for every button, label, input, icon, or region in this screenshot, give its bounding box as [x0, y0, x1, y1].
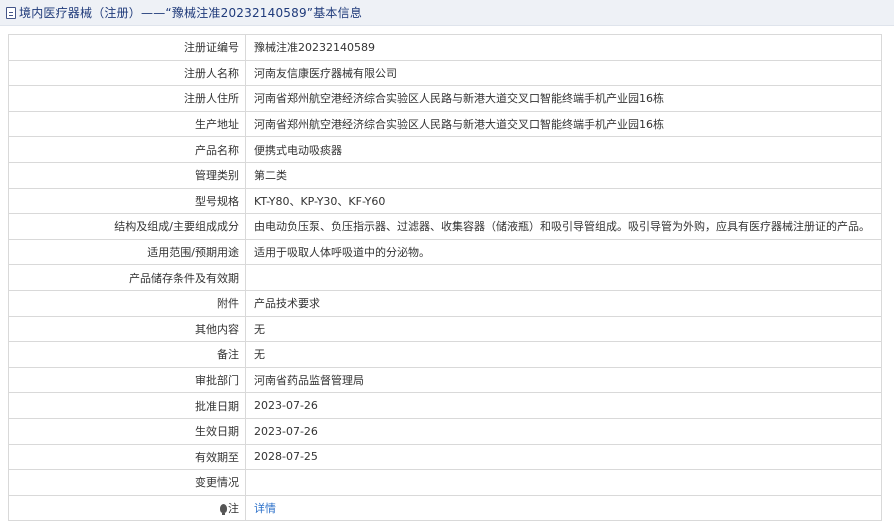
row-value-scope: 适用于吸取人体呼吸道中的分泌物。	[245, 238, 882, 266]
note-label: 注	[228, 501, 239, 515]
row-label-note: 注	[8, 494, 246, 522]
row-label-approval-dept: 审批部门	[8, 366, 246, 394]
row-value-storage	[245, 264, 882, 291]
row-label-structure: 结构及组成/主要组成成分	[8, 213, 246, 240]
row-label-approval-date: 批准日期	[8, 392, 246, 419]
row-value-approval-date: 2023-07-26	[245, 392, 882, 419]
row-label-product-name: 产品名称	[8, 136, 246, 163]
table-row: 生产地址 河南省郑州航空港经济综合实验区人民路与新港大道交叉口智能终端手机产业园1…	[8, 110, 882, 138]
row-value-approval-dept: 河南省药品监督管理局	[245, 366, 882, 394]
row-label-model-spec: 型号规格	[8, 187, 246, 215]
table-row: 管理类别 第二类	[8, 161, 882, 189]
table-row: 其他内容无	[8, 315, 882, 343]
info-table: 注册证编号 豫械注准20232140589 注册人名称 河南友信康医疗器械有限公司 注册…	[8, 34, 882, 522]
row-label-reg-number: 注册证编号	[8, 34, 246, 61]
row-value-model-spec: KT-Y80、KP-Y30、KF-Y60	[245, 187, 882, 215]
row-value-note: 详情	[245, 494, 882, 522]
row-label-production-address: 生产地址	[8, 110, 246, 138]
row-value-effective-date: 2023-07-26	[245, 417, 882, 445]
table-row-note: 注 详情	[8, 494, 882, 522]
table-row: 附件 产品技术要求	[8, 289, 882, 317]
row-label-expiry-date: 有效期至	[8, 443, 246, 471]
details-link[interactable]: 详情	[254, 502, 276, 515]
table-row: 审批部门 河南省药品监督管理局	[8, 366, 882, 394]
table-row: 适用范围/预期用途 适用于吸取人体呼吸道中的分泌物。	[8, 238, 882, 266]
row-value-product-name: 便携式电动吸痰器	[245, 136, 882, 163]
table-row: 注册证编号 豫械注准20232140589	[8, 34, 882, 61]
row-value-registrant-address: 河南省郑州航空港经济综合实验区人民路与新港大道交叉口智能终端手机产业园16栋	[245, 85, 882, 112]
row-label-other: 其他内容	[8, 315, 246, 343]
lightbulb-icon	[220, 503, 227, 515]
table-row: 批准日期 2023-07-26	[8, 392, 882, 419]
row-label-remarks: 备注	[8, 341, 246, 368]
table-row: 产品名称 便携式电动吸痰器	[8, 136, 882, 163]
table-row: 型号规格 KT-Y80、KP-Y30、KF-Y60	[8, 187, 882, 215]
document-icon	[6, 6, 16, 19]
row-label-effective-date: 生效日期	[8, 417, 246, 445]
row-label-scope: 适用范围/预期用途	[8, 238, 246, 266]
row-value-attachment: 产品技术要求	[245, 289, 882, 317]
row-label-registrant-address: 注册人住所	[8, 85, 246, 112]
table-row: 备注无	[8, 341, 882, 368]
row-value-reg-number: 豫械注准20232140589	[245, 34, 882, 61]
table-row: 变更情况	[8, 469, 882, 496]
table-row: 注册人名称 河南友信康医疗器械有限公司	[8, 59, 882, 87]
row-label-management-class: 管理类别	[8, 161, 246, 189]
page-title: 境内医疗器械（注册）——“豫械注准20232140589”基本信息	[19, 6, 363, 20]
row-label-changes: 变更情况	[8, 469, 246, 496]
row-value-other: 无	[245, 315, 882, 343]
row-label-registrant-name: 注册人名称	[8, 59, 246, 87]
table-row: 结构及组成/主要组成成分 由电动负压泵、负压指示器、过滤器、收集容器（储液瓶）和吸…	[8, 213, 882, 240]
page-header: 境内医疗器械（注册）——“豫械注准20232140589”基本信息	[0, 0, 894, 26]
table-row: 生效日期 2023-07-26	[8, 417, 882, 445]
row-value-structure: 由电动负压泵、负压指示器、过滤器、收集容器（储液瓶）和吸引导管组成。吸引导管为外…	[245, 213, 882, 240]
table-row: 注册人住所 河南省郑州航空港经济综合实验区人民路与新港大道交叉口智能终端手机产业园…	[8, 85, 882, 112]
row-value-management-class: 第二类	[245, 161, 882, 189]
row-value-remarks: 无	[245, 341, 882, 368]
row-label-storage: 产品储存条件及有效期	[8, 264, 246, 291]
row-value-changes	[245, 469, 882, 496]
row-label-attachment: 附件	[8, 289, 246, 317]
row-value-production-address: 河南省郑州航空港经济综合实验区人民路与新港大道交叉口智能终端手机产业园16栋	[245, 110, 882, 138]
row-value-expiry-date: 2028-07-25	[245, 443, 882, 471]
row-value-registrant-name: 河南友信康医疗器械有限公司	[245, 59, 882, 87]
table-row: 产品储存条件及有效期	[8, 264, 882, 291]
table-row: 有效期至 2028-07-25	[8, 443, 882, 471]
